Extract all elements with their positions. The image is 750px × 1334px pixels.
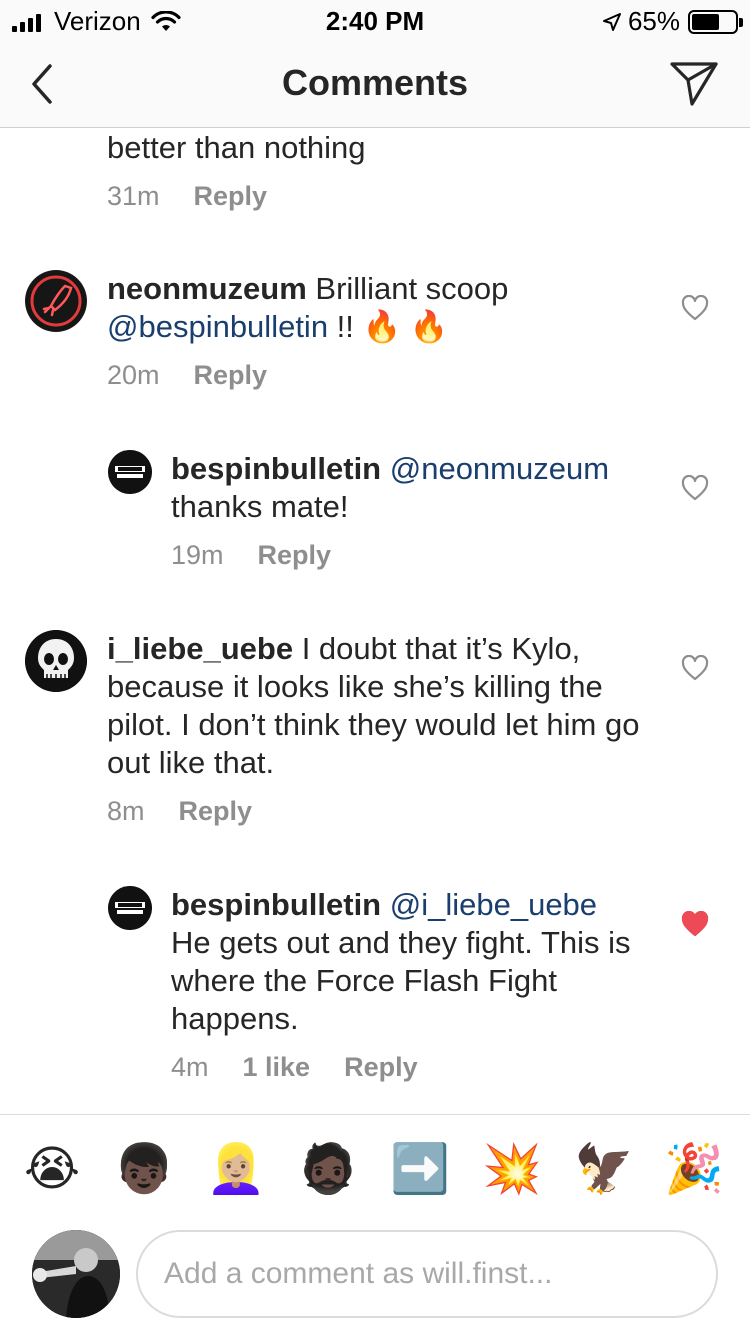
comment-text: He gets out and they fight. This is wher…	[171, 925, 631, 1036]
comment-meta: 4m 1 like Reply	[171, 1052, 661, 1083]
mention-link[interactable]: @neonmuzeum	[381, 451, 609, 486]
emoji-right-arrow[interactable]: ➡️	[390, 1139, 450, 1199]
comment-username[interactable]: bespinbulletin	[171, 887, 381, 922]
reply-button[interactable]: Reply	[258, 540, 332, 571]
rocket-logo-icon	[26, 271, 86, 331]
comment-age: 8m	[107, 796, 145, 826]
bespin-bulletin-logo-icon	[108, 450, 152, 494]
emoji-boy-dark[interactable]: 👦🏿	[114, 1139, 174, 1199]
mention-link[interactable]: @bespinbulletin	[107, 309, 328, 344]
comment-age: 4m	[171, 1052, 209, 1082]
emoji-bearded-man[interactable]: 🧔🏿	[298, 1139, 358, 1199]
status-bar: Verizon 2:40 PM 65%	[0, 0, 750, 40]
comment-item: bespinbulletin @neonmuzeum thanks mate! …	[171, 450, 661, 571]
trumpet-player-photo	[32, 1230, 120, 1318]
comment-text: Brilliant scoop	[306, 271, 509, 306]
mention-link[interactable]: @i_liebe_uebe	[381, 887, 597, 922]
battery-level-fill	[692, 13, 720, 30]
compose-bar	[0, 1224, 750, 1334]
comment-age: 19m	[171, 540, 224, 570]
comment-input[interactable]	[136, 1230, 718, 1318]
comment-text: thanks mate!	[171, 489, 349, 524]
comments-list[interactable]: better than nothing 31m Reply neonmuzeum…	[0, 129, 750, 1114]
share-button[interactable]	[668, 60, 720, 108]
comment-username[interactable]: neonmuzeum	[107, 271, 307, 306]
heart-outline-icon	[681, 474, 709, 501]
comment-age: 20m	[107, 360, 160, 390]
page-title: Comments	[281, 62, 469, 103]
emoji-eagle[interactable]: 🦅	[574, 1139, 634, 1199]
emoji-party-popper[interactable]: 🎉	[664, 1139, 724, 1199]
location-arrow-icon	[602, 12, 621, 31]
heart-outline-icon	[681, 654, 709, 681]
emoji-loudly-crying[interactable]: 😭	[22, 1139, 82, 1199]
comment-text: better than nothing	[107, 130, 366, 165]
comment-meta: 8m Reply	[107, 796, 667, 827]
emoji-blond-woman[interactable]: 👱🏼‍♀️	[206, 1139, 266, 1199]
nav-bar: Comments	[0, 40, 750, 128]
reply-button[interactable]: Reply	[179, 796, 253, 827]
avatar[interactable]	[25, 630, 87, 692]
comment-username[interactable]: i_liebe_uebe	[107, 631, 293, 666]
status-right: 65%	[602, 6, 743, 37]
skull-icon	[25, 630, 87, 692]
comment-item: i_liebe_uebe I doubt that it’s Kylo, bec…	[107, 630, 667, 827]
battery-icon	[688, 9, 743, 34]
heart-outline-icon	[681, 294, 709, 321]
comment-meta: 19m Reply	[171, 540, 661, 571]
like-button[interactable]	[681, 474, 709, 501]
paper-plane-icon	[670, 62, 718, 106]
reply-button[interactable]: Reply	[344, 1052, 418, 1083]
like-button[interactable]	[681, 294, 709, 321]
bespin-bulletin-logo-icon	[108, 886, 152, 930]
comment-username[interactable]: bespinbulletin	[171, 451, 381, 486]
likes-count[interactable]: 1 like	[243, 1052, 311, 1083]
like-button[interactable]	[681, 654, 709, 681]
heart-filled-icon	[681, 910, 709, 937]
comment-age: 31m	[107, 181, 160, 211]
emoji-quick-bar: 😭 👦🏿 👱🏼‍♀️ 🧔🏿 ➡️ 💥 🦅 🎉	[0, 1114, 750, 1224]
avatar[interactable]	[25, 270, 87, 332]
comment-item: neonmuzeum Brilliant scoop @bespinbullet…	[107, 270, 667, 391]
battery-percent: 65%	[627, 6, 680, 36]
comment-item: better than nothing 31m Reply	[107, 129, 667, 212]
avatar[interactable]	[108, 450, 152, 494]
comment-meta: 20m Reply	[107, 360, 667, 391]
reply-button[interactable]: Reply	[194, 360, 268, 391]
like-button[interactable]	[681, 910, 709, 937]
emoji-collision[interactable]: 💥	[482, 1139, 542, 1199]
avatar[interactable]	[108, 886, 152, 930]
reply-button[interactable]: Reply	[194, 181, 268, 212]
comment-meta: 31m Reply	[107, 181, 667, 212]
my-avatar[interactable]	[32, 1230, 120, 1318]
comment-item: bespinbulletin @i_liebe_uebe He gets out…	[171, 886, 661, 1083]
comment-text-suffix: !! 🔥 🔥	[328, 309, 449, 344]
